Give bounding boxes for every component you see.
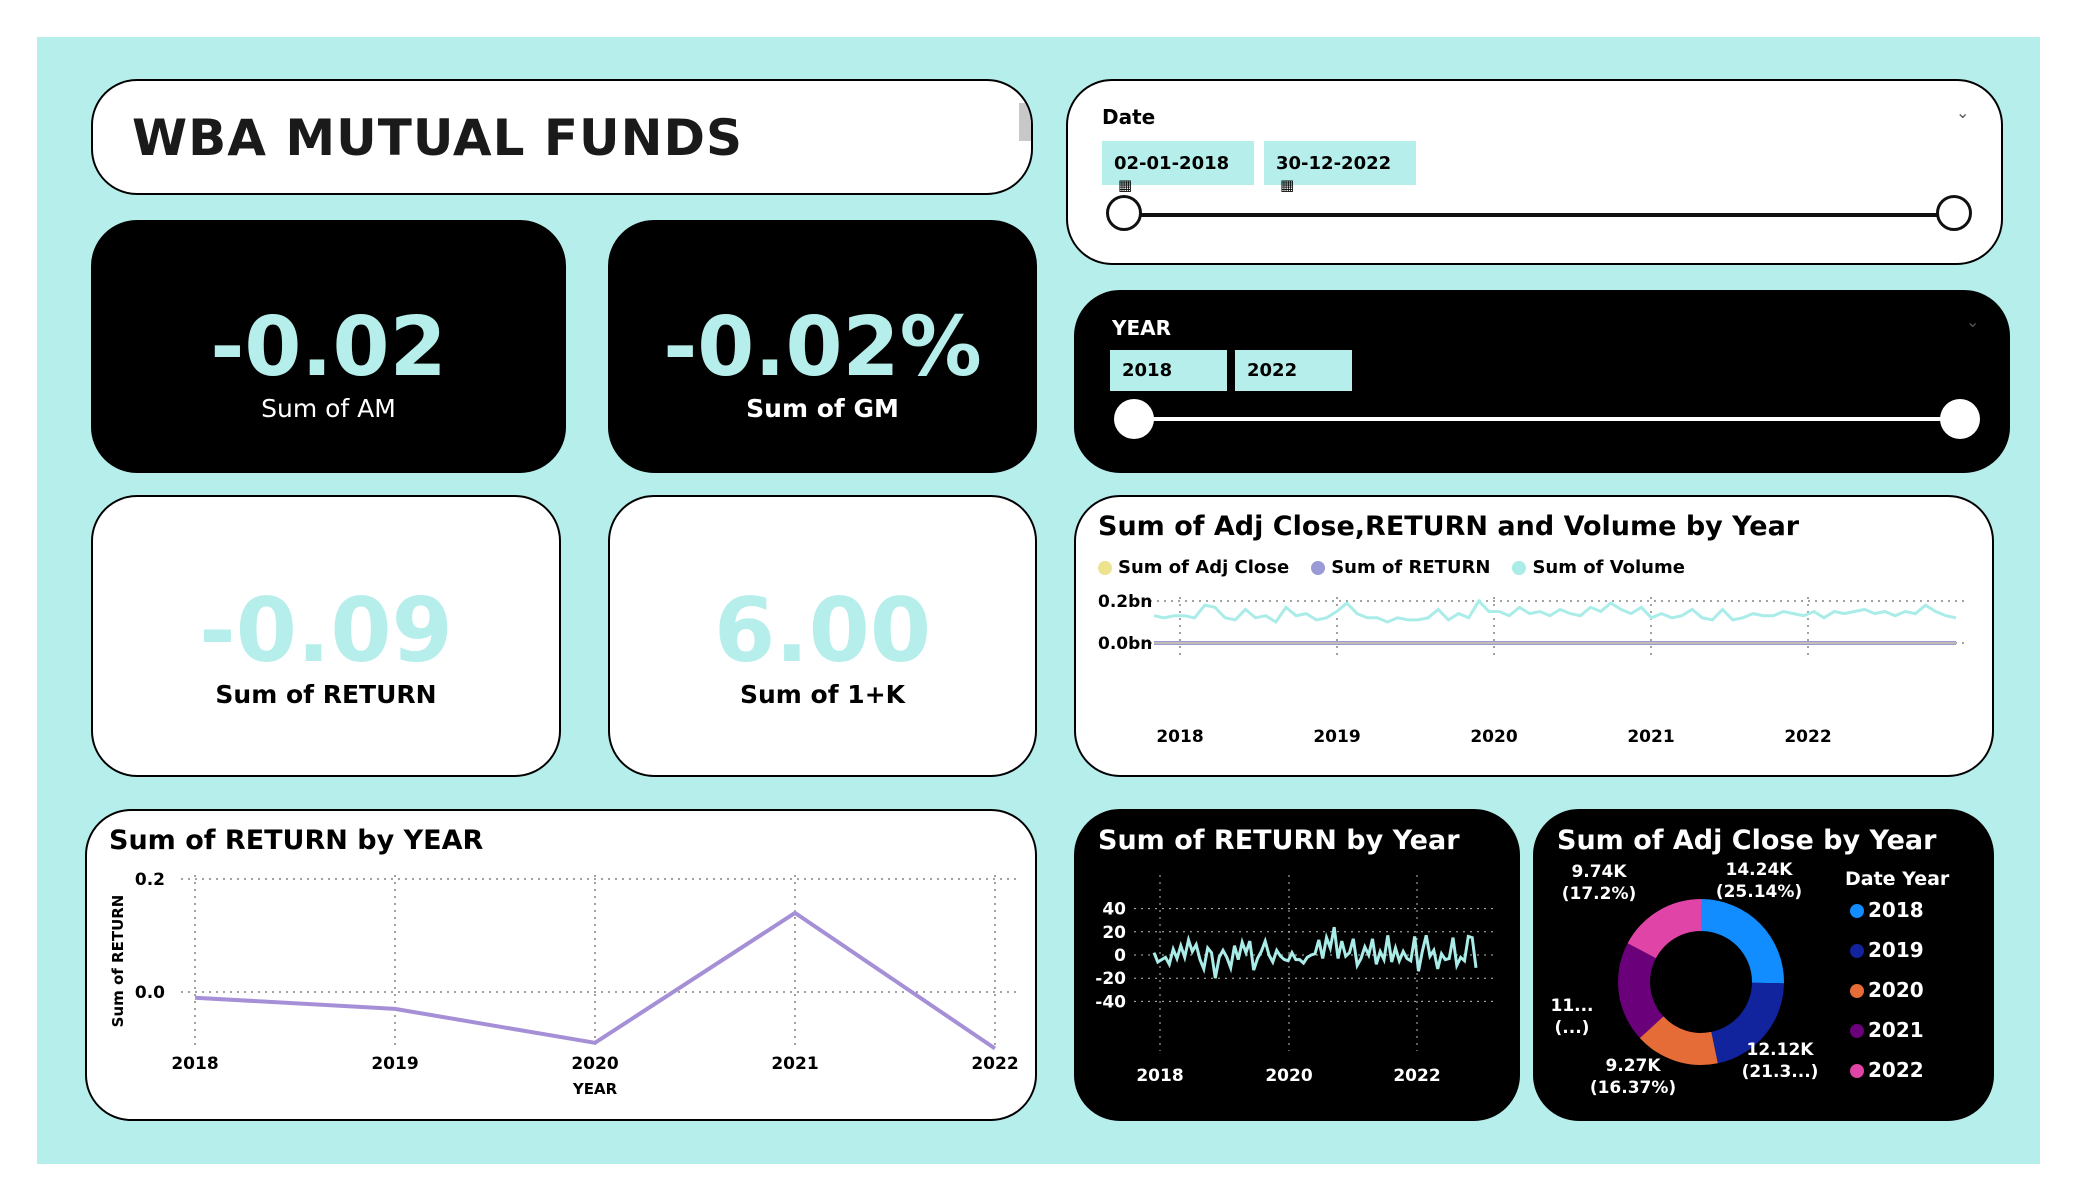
multi-line-chart-card: Sum of Adj Close,RETURN and Volume by Ye…	[1074, 495, 1994, 777]
calendar-icon[interactable]: ▦	[1118, 176, 1132, 194]
x-tick-label: 2018	[1136, 1066, 1183, 1086]
y-tick-label: 0.0	[135, 983, 165, 1003]
data-label-value: 9.74K	[1571, 862, 1627, 882]
page-title: WBA MUTUAL FUNDS	[132, 109, 743, 167]
date-end-value: 30-12-2022	[1276, 153, 1392, 174]
kpi-onek-value: 6.00	[713, 579, 932, 682]
kpi-card-gm: -0.02% Sum of GM	[608, 220, 1037, 473]
return-by-year-plot: 0.2 0.0 2018 2019 2020 2021 2022 YEAR Sum of RET…	[109, 870, 1019, 1098]
year-slicer: YEAR ⌄ 2018 2022	[1074, 290, 2010, 473]
date-slider-handle-end[interactable]	[1936, 195, 1972, 231]
legend-dot	[1850, 984, 1864, 998]
y-tick-label: 20	[1102, 923, 1126, 943]
x-tick-label: 2021	[1627, 727, 1674, 747]
kpi-am-label: Sum of AM	[261, 394, 396, 423]
series-line-volume	[1153, 598, 1957, 625]
title-card: WBA MUTUAL FUNDS	[91, 79, 1033, 195]
kpi-return-label: Sum of RETURN	[215, 680, 437, 709]
data-label-value: 9.27K	[1605, 1056, 1661, 1076]
legend-dot	[1850, 904, 1864, 918]
chevron-down-icon[interactable]: ⌄	[1956, 103, 1969, 122]
year-start-value: 2018	[1122, 360, 1173, 381]
kpi-card-onek: 6.00 Sum of 1+K	[608, 495, 1037, 777]
multi-line-plot: 0.2bn 0.0bn 2018 2019 2020 2021 2022	[1098, 592, 1966, 747]
data-label-percent: (17.2%)	[1562, 884, 1637, 904]
legend-label: 2019	[1868, 938, 1924, 962]
data-label-percent: (25.14%)	[1716, 882, 1802, 902]
legend-dot	[1850, 1064, 1864, 1078]
adj-close-donut-card: Sum of Adj Close by Year 14.24K (25.14%) 1…	[1533, 809, 1994, 1121]
year-slider-handle-end[interactable]	[1940, 399, 1980, 439]
legend-label: 2021	[1868, 1018, 1924, 1042]
kpi-gm-value: -0.02%	[663, 300, 982, 395]
legend-dot	[1850, 944, 1864, 958]
y-tick-label: -40	[1095, 992, 1126, 1012]
x-tick-label: 2018	[171, 1054, 218, 1074]
year-slider-handle-start[interactable]	[1114, 399, 1154, 439]
data-label-value: 14.24K	[1726, 860, 1794, 880]
legend-label: 2022	[1868, 1058, 1924, 1082]
date-slider-handle-start[interactable]	[1106, 195, 1142, 231]
date-end-field[interactable]: 30-12-2022 ▦	[1264, 141, 1416, 194]
y-tick-label: 0.2	[135, 870, 165, 890]
y-tick-label: -20	[1095, 969, 1126, 989]
date-start-field[interactable]: 02-01-2018 ▦	[1102, 141, 1254, 194]
legend-label: 2018	[1868, 898, 1924, 922]
data-label-value: 11...	[1550, 996, 1593, 1016]
x-tick-label: 2018	[1156, 727, 1203, 747]
x-tick-label: 2022	[1393, 1066, 1440, 1086]
return-trend-card: Sum of RETURN by Year 40 20 0 -20 -40 2018 202…	[1074, 809, 1520, 1121]
data-label-value: 12.12K	[1747, 1040, 1815, 1060]
donut-slice-2018	[1701, 899, 1785, 984]
scroll-handle[interactable]	[1019, 103, 1031, 141]
date-start-value: 02-01-2018	[1114, 153, 1230, 174]
kpi-gm-label: Sum of GM	[746, 394, 899, 423]
y-axis-title: Sum of RETURN	[109, 895, 127, 1028]
legend-title: Date Year	[1845, 868, 1950, 890]
series-line-return	[1152, 926, 1478, 979]
kpi-card-return: -0.09 Sum of RETURN	[91, 495, 561, 777]
data-label-percent: (16.37%)	[1590, 1078, 1676, 1098]
y-tick-label: 40	[1102, 900, 1126, 920]
return-trend-plot: 40 20 0 -20 -40 2018 2020 2022	[1095, 875, 1496, 1086]
x-tick-label: 2021	[771, 1054, 818, 1074]
year-slicer-label: YEAR	[1112, 316, 1172, 340]
year-end-field[interactable]: 2022	[1235, 350, 1352, 391]
data-label-percent: (21.3...)	[1742, 1062, 1819, 1082]
x-tick-label: 2019	[1313, 727, 1360, 747]
y-tick-label: 0.2bn	[1098, 592, 1152, 612]
x-tick-label: 2020	[571, 1054, 618, 1074]
year-slider-track[interactable]	[1132, 417, 1962, 421]
legend-label: 2020	[1868, 978, 1924, 1002]
kpi-card-am: -0.02 Sum of AM	[91, 220, 566, 473]
x-axis-title: YEAR	[572, 1080, 618, 1098]
chevron-down-icon[interactable]: ⌄	[1966, 312, 1979, 331]
year-end-value: 2022	[1247, 360, 1298, 381]
x-tick-label: 2020	[1470, 727, 1517, 747]
date-slicer: Date ⌄ 02-01-2018 ▦ 30-12-2022 ▦	[1066, 79, 2003, 265]
calendar-icon[interactable]: ▦	[1280, 176, 1294, 194]
x-tick-label: 2022	[1784, 727, 1831, 747]
x-tick-label: 2019	[371, 1054, 418, 1074]
date-slider-track[interactable]	[1126, 213, 1956, 217]
date-slicer-label: Date	[1102, 105, 1156, 129]
kpi-onek-label: Sum of 1+K	[739, 680, 906, 709]
kpi-return-value: -0.09	[199, 579, 453, 682]
year-start-field[interactable]: 2018	[1110, 350, 1227, 391]
x-tick-label: 2022	[971, 1054, 1018, 1074]
adj-close-donut: 14.24K(25.14%) 12.12K(21.3...) 9.27K(16.37…	[1550, 860, 1950, 1098]
y-tick-label: 0	[1114, 946, 1126, 966]
data-label-percent: (...)	[1555, 1018, 1590, 1038]
legend-dot	[1850, 1024, 1864, 1038]
return-by-year-card: Sum of RETURN by YEAR 0.2 0.0 2018 2019 2020…	[85, 809, 1037, 1121]
x-tick-label: 2020	[1265, 1066, 1312, 1086]
y-tick-label: 0.0bn	[1098, 634, 1152, 654]
kpi-am-value: -0.02	[210, 300, 447, 395]
report-canvas: WBA MUTUAL FUNDS -0.02 Sum of AM -0.02% …	[37, 37, 2040, 1164]
